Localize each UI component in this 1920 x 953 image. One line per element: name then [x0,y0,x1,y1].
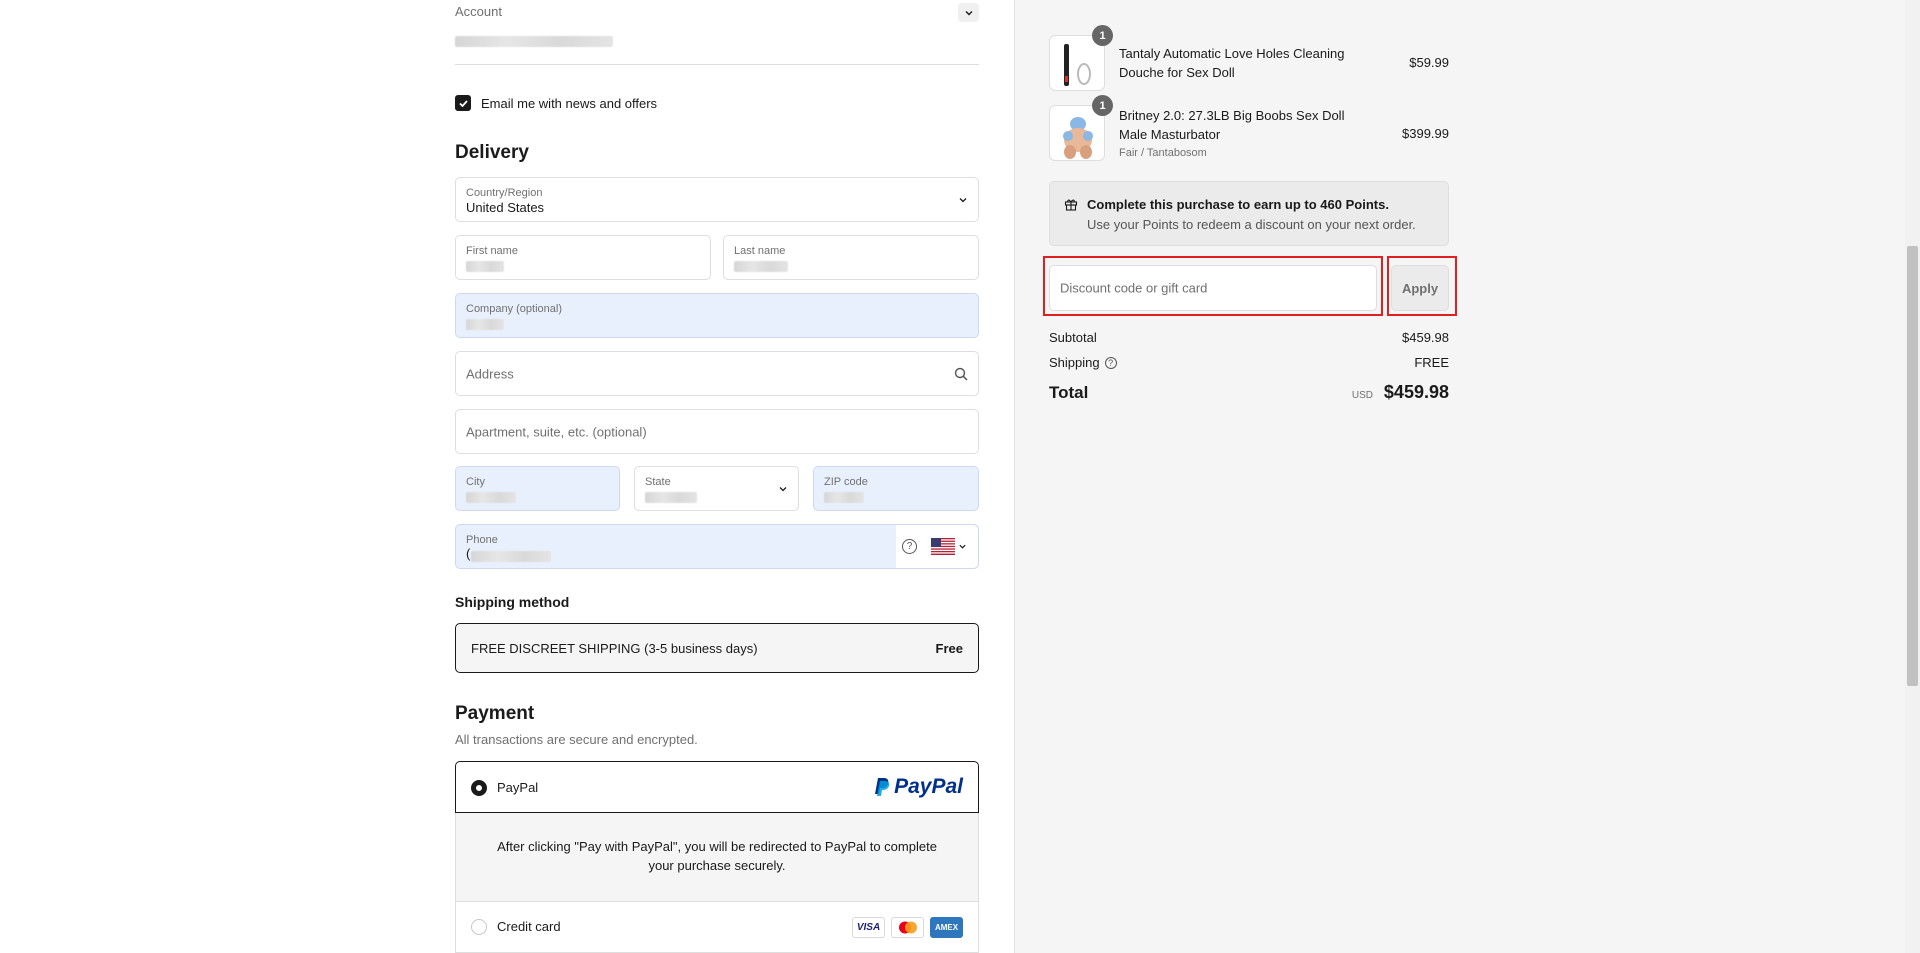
country-label: Country/Region [466,187,543,199]
total-amount: $459.98 [1383,382,1449,402]
amex-icon: AMEX [930,917,963,938]
city-label: City [466,476,485,488]
last-name-field[interactable]: Last name [723,235,979,280]
paypal-icon [875,778,890,796]
mastercard-icon [891,917,924,938]
chevron-down-icon [958,195,968,205]
product-name: Tantaly Automatic Love Holes Cleaning Do… [1119,46,1345,80]
subtotal-row: Subtotal $459.98 [1049,330,1449,345]
apartment-placeholder: Apartment, suite, etc. (optional) [466,424,647,439]
paypal-info-text: After clicking "Pay with PayPal", you wi… [455,813,979,901]
state-value [645,492,697,503]
total-label: Total [1049,383,1089,402]
first-name-label: First name [466,245,518,257]
city-field[interactable]: City [455,466,620,511]
chevron-down-icon [778,484,788,494]
help-icon[interactable]: ? [902,539,917,554]
checkmark-icon [458,99,468,107]
delivery-heading: Delivery [455,142,529,163]
newsletter-row[interactable]: Email me with news and offers [455,95,657,111]
first-name-value [466,261,504,272]
card-logos: VISA AMEX [852,917,963,938]
gift-icon [1064,197,1078,214]
apartment-field[interactable]: Apartment, suite, etc. (optional) [455,409,979,454]
scrollbar-thumb[interactable] [1907,246,1918,686]
company-value [466,319,504,330]
subtotal-value: $459.98 [1402,330,1449,345]
shipping-option-price: Free [935,641,963,656]
search-icon [954,367,968,381]
visa-icon: VISA [852,917,885,938]
shipping-row: Shipping ? FREE [1049,355,1449,370]
apply-button-highlight [1387,256,1457,316]
chevron-down-icon [965,10,972,15]
zip-label: ZIP code [824,476,868,488]
phone-country-picker[interactable]: ? [896,525,978,568]
account-email-value [455,36,613,47]
quantity-badge: 1 [1092,25,1113,46]
total-row: Total USD $459.98 [1049,382,1449,403]
paypal-logo-text: PayPal [894,775,963,798]
points-banner: Complete this purchase to earn up to 460… [1049,181,1449,246]
shipping-label: Shipping [1049,355,1100,370]
newsletter-checkbox[interactable] [455,95,471,111]
product-price: $399.99 [1402,126,1449,141]
zip-field[interactable]: ZIP code [813,466,979,511]
account-label: Account [455,4,502,19]
chevron-down-icon [959,544,966,549]
points-subtitle: Use your Points to redeem a discount on … [1087,217,1416,232]
subtotal-label: Subtotal [1049,330,1097,345]
discount-input-highlight [1043,256,1383,316]
phone-label: Phone [466,534,498,546]
shipping-option[interactable]: FREE DISCREET SHIPPING (3-5 business day… [455,623,979,673]
phone-prefix: ( [466,546,471,561]
address-field[interactable]: Address [455,351,979,396]
city-value [466,492,516,503]
credit-card-radio[interactable] [471,919,487,935]
payment-heading: Payment [455,703,535,724]
cart-item: 1 Tantaly Automatic Love Holes Cleaning … [1049,25,1449,91]
newsletter-label: Email me with news and offers [481,95,658,111]
phone-field[interactable]: Phone ( ? [455,524,979,569]
account-toggle-button[interactable] [958,3,979,22]
country-value: United States [466,200,545,215]
address-placeholder: Address [466,366,514,381]
product-info: Britney 2.0: 27.3LB Big Boobs Sex Doll M… [1119,106,1359,163]
paypal-option[interactable]: PayPal PayPal [455,761,979,813]
product-variant: Fair / Tantabosom [1119,147,1207,159]
cart-item: 1 Britney 2.0: 27.3LB Big Boobs Sex Doll… [1049,95,1449,163]
shipping-option-name: FREE DISCREET SHIPPING (3-5 business day… [471,641,758,656]
company-label: Company (optional) [466,303,562,315]
payment-subtitle: All transactions are secure and encrypte… [455,732,698,747]
last-name-label: Last name [734,245,786,257]
product-price: $59.99 [1409,55,1449,70]
state-label: State [645,476,671,488]
shipping-method-heading: Shipping method [455,594,570,610]
credit-card-option[interactable]: Credit card VISA AMEX [455,901,979,953]
us-flag-icon [931,538,955,555]
paypal-logo: PayPal [874,775,963,799]
phone-value [471,551,551,562]
product-name: Britney 2.0: 27.3LB Big Boobs Sex Doll M… [1119,108,1345,142]
state-select[interactable]: State [634,466,799,511]
last-name-value [734,261,788,272]
credit-card-label: Credit card [497,919,561,934]
scrollbar[interactable] [1905,0,1920,953]
total-currency: USD [1351,390,1374,401]
info-icon[interactable]: ? [1104,356,1117,369]
quantity-badge: 1 [1092,95,1113,116]
shipping-value: FREE [1414,355,1449,370]
paypal-label: PayPal [497,780,539,795]
zip-value [824,492,864,503]
divider [455,64,979,65]
country-select[interactable]: Country/Region United States [455,177,979,222]
paypal-radio[interactable] [471,780,487,796]
first-name-field[interactable]: First name [455,235,711,280]
company-field[interactable]: Company (optional) [455,293,979,338]
points-title: Complete this purchase to earn up to 460… [1087,197,1389,212]
